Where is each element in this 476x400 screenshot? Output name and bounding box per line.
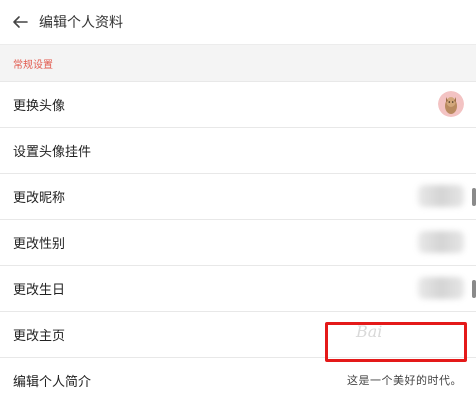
row-label: 更改生日: [13, 283, 66, 298]
blurred-value: [418, 277, 464, 299]
row-label: 更改性别: [13, 237, 66, 252]
row-label: 更改昵称: [13, 191, 66, 206]
scroll-indicator: [472, 188, 476, 206]
blurred-value: [418, 185, 464, 207]
row-label: 编辑个人简介: [13, 375, 92, 390]
row-change-birthday[interactable]: 更改生日: [0, 265, 476, 311]
row-label: 更换头像: [13, 99, 66, 114]
row-label: 更改主页: [13, 329, 66, 344]
row-edit-bio[interactable]: 编辑个人简介 这是一个美好的时代。: [0, 357, 476, 400]
scroll-indicator: [472, 280, 476, 298]
blurred-value: [418, 231, 464, 253]
row-label: 设置头像挂件: [13, 145, 92, 160]
page-title: 编辑个人资料: [39, 15, 123, 31]
highlight-box: [325, 322, 467, 362]
edit-profile-page: 编辑个人资料 常规设置 更换头像 设置头像挂件 更改昵称 更改性别 更改生日 更…: [0, 0, 476, 400]
top-bar: 编辑个人资料: [0, 0, 476, 44]
watermark: Bai: [356, 322, 383, 341]
section-title: 常规设置: [13, 59, 53, 71]
row-change-gender[interactable]: 更改性别: [0, 219, 476, 265]
row-change-avatar[interactable]: 更换头像: [0, 81, 476, 127]
bio-value: 这是一个美好的时代。: [347, 374, 462, 387]
row-change-nickname[interactable]: 更改昵称: [0, 173, 476, 219]
row-avatar-pendant[interactable]: 设置头像挂件: [0, 127, 476, 173]
arrow-left-icon: [13, 16, 28, 28]
back-button[interactable]: [10, 12, 30, 32]
avatar: [438, 91, 464, 117]
section-header-general: 常规设置: [0, 44, 476, 81]
